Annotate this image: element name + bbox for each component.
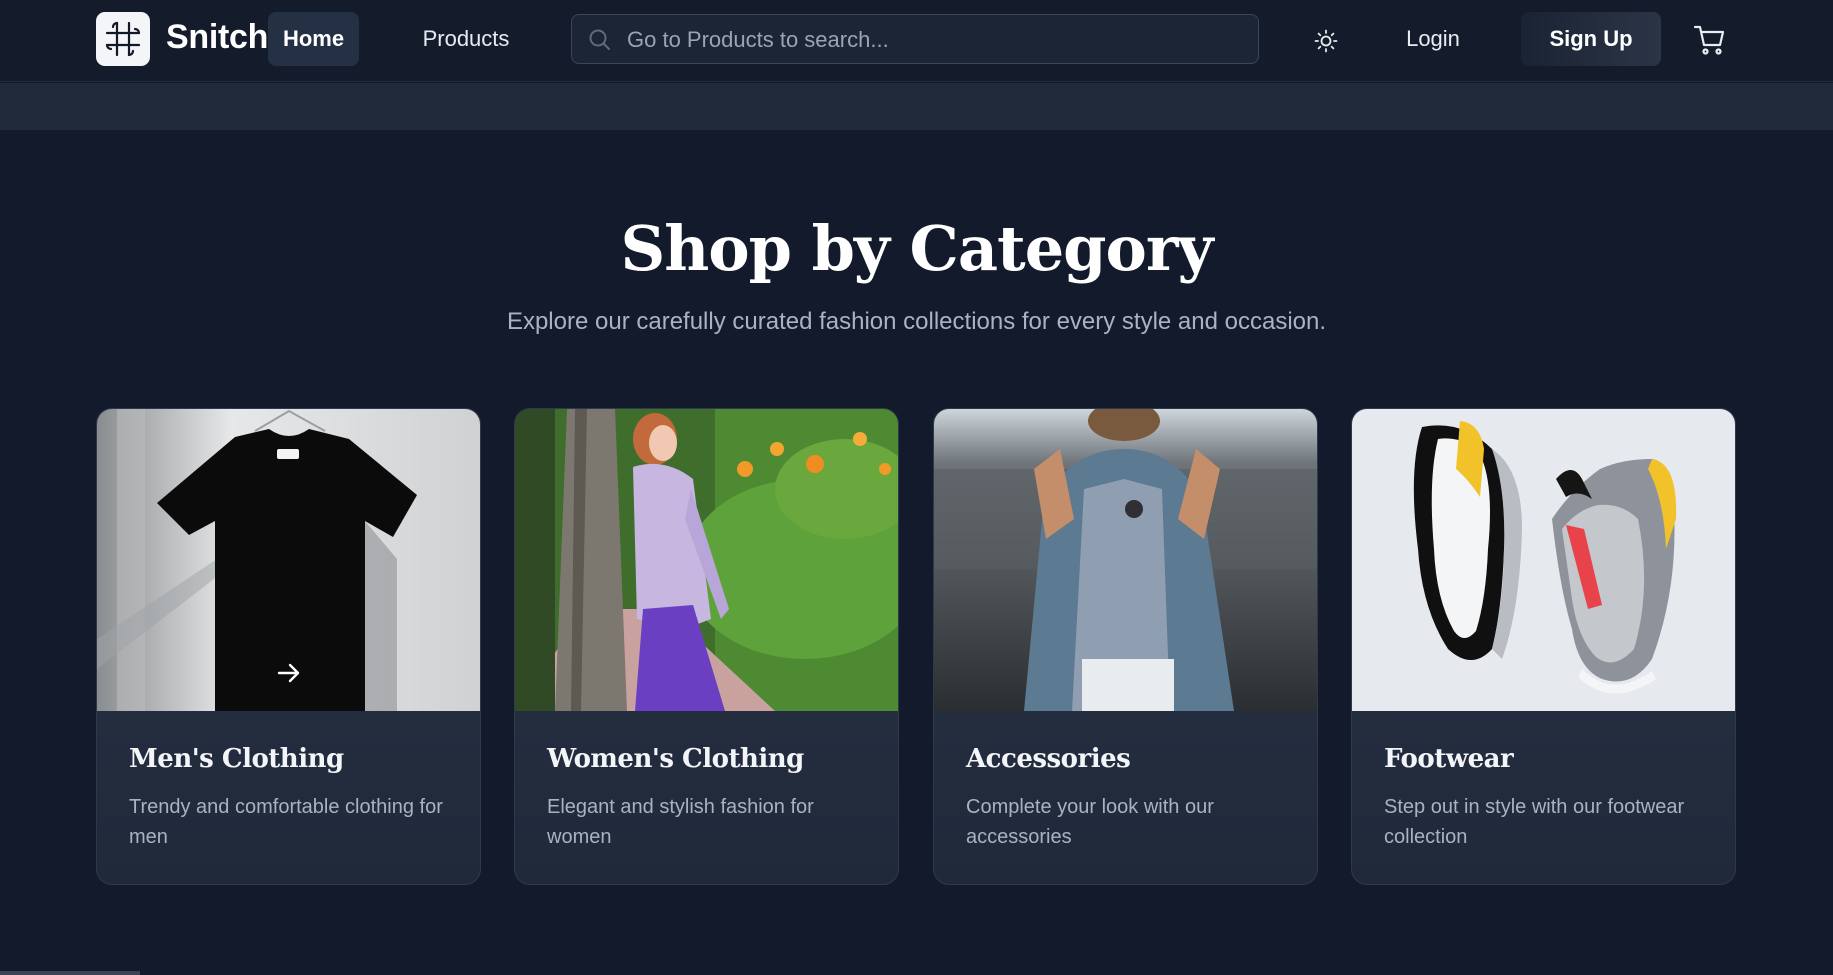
- grid-knot-logo-icon[interactable]: [96, 12, 150, 66]
- category-title: Accessories: [966, 744, 1131, 774]
- brand-name[interactable]: Snitch: [166, 18, 268, 57]
- navbar: Snitch Home Products Go to Products to s…: [0, 0, 1833, 82]
- section-title: Shop by Category: [620, 212, 1213, 285]
- category-title: Footwear: [1384, 744, 1514, 774]
- login-button[interactable]: Login: [1384, 12, 1482, 66]
- nav-products-link[interactable]: Products: [400, 12, 532, 66]
- nav-home-link[interactable]: Home: [268, 12, 359, 66]
- category-description: Elegant and stylish fashion for women: [547, 796, 814, 848]
- signup-button[interactable]: Sign Up: [1521, 12, 1661, 66]
- mens-clothing-image: [97, 409, 480, 711]
- accessories-image: [934, 409, 1317, 711]
- arrow-right-icon[interactable]: [275, 659, 303, 687]
- category-description: Trendy and comfortable clothing for men: [129, 796, 443, 848]
- category-card-footwear[interactable]: Footwear Step out in style with our foot…: [1351, 408, 1736, 885]
- sun-icon: [1314, 29, 1338, 53]
- theme-toggle-button[interactable]: [1305, 20, 1347, 62]
- section-subtitle: Explore our carefully curated fashion co…: [506, 308, 1327, 335]
- scroll-indicator: [0, 971, 140, 975]
- cart-button[interactable]: [1692, 22, 1728, 58]
- category-card-accessories[interactable]: Accessories Complete your look with our …: [933, 408, 1318, 885]
- announcement-bar: [0, 83, 1833, 130]
- womens-clothing-image: [515, 409, 898, 711]
- search-input[interactable]: Go to Products to search...: [571, 14, 1259, 64]
- category-description: Complete your look with our accessories: [966, 796, 1214, 848]
- footwear-image: [1352, 409, 1735, 711]
- category-description: Step out in style with our footwear coll…: [1384, 796, 1685, 848]
- category-card-mens[interactable]: Men's Clothing Trendy and comfortable cl…: [96, 408, 481, 885]
- search-icon: [589, 29, 610, 50]
- category-title: Women's Clothing: [547, 744, 804, 774]
- category-title: Men's Clothing: [129, 744, 344, 774]
- category-card-womens[interactable]: Women's Clothing Elegant and stylish fas…: [514, 408, 899, 885]
- cart-icon: [1693, 25, 1725, 55]
- search-placeholder: Go to Products to search...: [627, 27, 889, 52]
